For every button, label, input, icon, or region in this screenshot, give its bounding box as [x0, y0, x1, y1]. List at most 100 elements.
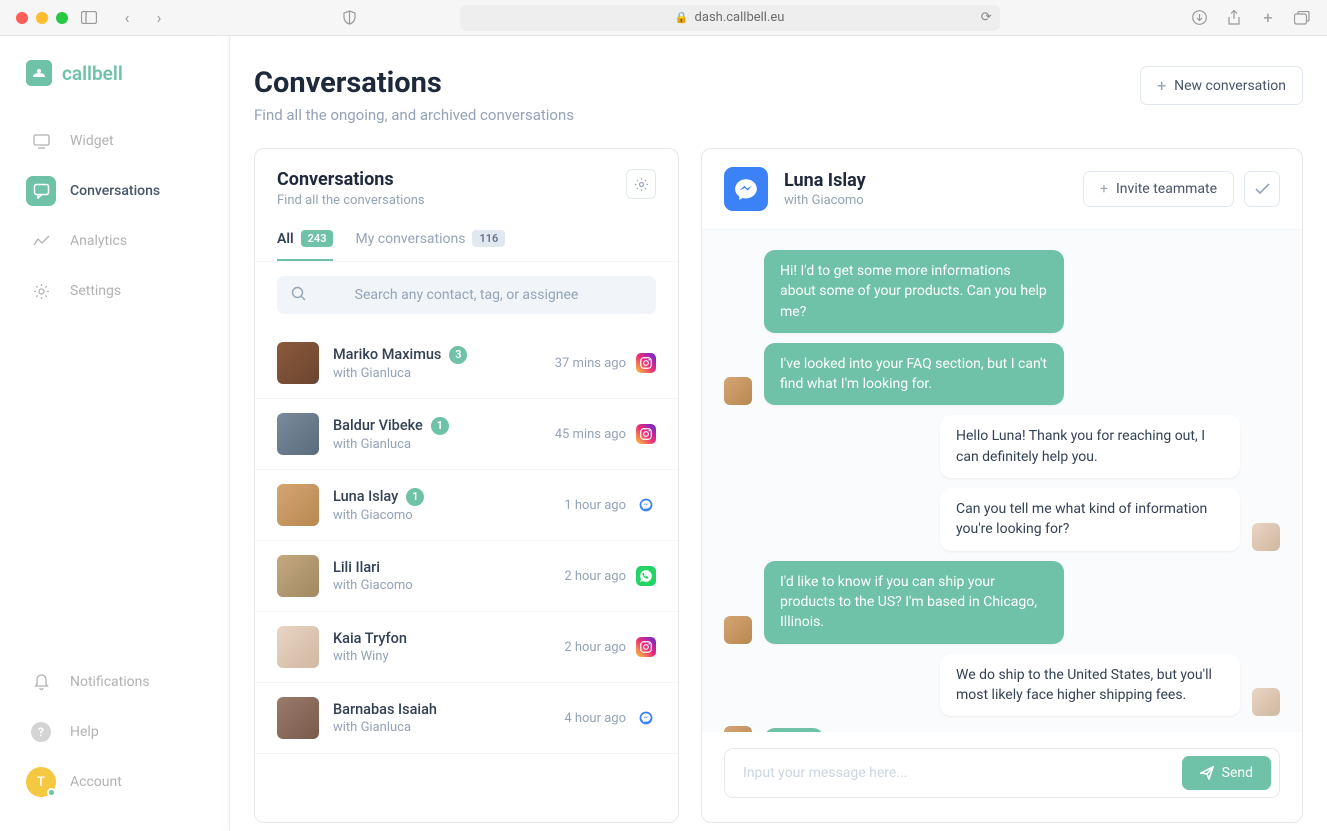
messenger-icon [636, 708, 656, 728]
messenger-icon [636, 495, 656, 515]
contact-name: Mariko Maximus [333, 346, 441, 363]
conversation-item[interactable]: Kaia Tryfon with Winy 2 hour ago [255, 612, 678, 683]
logo-icon [26, 60, 52, 86]
search-placeholder: Search any contact, tag, or assignee [355, 287, 579, 303]
message-composer: Send [724, 748, 1280, 798]
tabs-icon[interactable] [1293, 9, 1311, 27]
tab-all[interactable]: All 243 [277, 222, 333, 261]
conversation-item[interactable]: Lili Ilari with Giacomo 2 hour ago [255, 541, 678, 612]
message-row: I'd like to know if you can ship your pr… [724, 561, 1280, 644]
chat-assignee: with Giacomo [784, 193, 866, 208]
contact-avatar [277, 342, 319, 384]
nav-label: Widget [70, 133, 114, 149]
new-conversation-button[interactable]: + New conversation [1140, 66, 1303, 105]
close-window-icon[interactable] [16, 12, 28, 24]
unread-badge: 1 [431, 417, 449, 435]
timestamp: 37 mins ago [555, 356, 626, 371]
sidebar-item-conversations[interactable]: Conversations [0, 166, 229, 216]
bell-icon [26, 667, 56, 697]
sidebar-toggle-icon[interactable] [80, 9, 98, 27]
panel-settings-button[interactable] [626, 169, 656, 199]
sidebar-item-widget[interactable]: Widget [0, 116, 229, 166]
address-bar[interactable]: 🔒 dash.callbell.eu ⟳ [460, 5, 1000, 31]
send-icon [1200, 766, 1214, 780]
minimize-window-icon[interactable] [36, 12, 48, 24]
monitor-icon [26, 126, 56, 156]
back-icon[interactable]: ‹ [118, 9, 136, 27]
sidebar-item-analytics[interactable]: Analytics [0, 216, 229, 266]
message-row: We do ship to the United States, but you… [724, 654, 1280, 717]
tab-label: My conversations [355, 231, 465, 247]
lock-icon: 🔒 [675, 11, 689, 24]
contact-name: Luna Islay [333, 488, 398, 505]
message-row: Hi! I'd to get some more informations ab… [724, 250, 1280, 333]
send-button[interactable]: Send [1182, 756, 1271, 790]
unread-badge: 3 [449, 346, 467, 364]
plus-icon: + [1100, 181, 1108, 197]
chat-contact-name: Luna Islay [784, 170, 866, 191]
message-bubble: Hello Luna! Thank you for reaching out, … [940, 415, 1240, 478]
main-content: Conversations Find all the ongoing, and … [230, 36, 1327, 831]
chat-panel: Luna Islay with Giacomo + Invite teammat… [701, 148, 1303, 823]
tab-count-badge: 243 [301, 230, 334, 247]
page-title: Conversations [254, 66, 574, 100]
search-icon [291, 286, 306, 305]
logo-text: callbell [62, 62, 123, 85]
search-input[interactable]: Search any contact, tag, or assignee [277, 276, 656, 314]
contact-avatar [277, 626, 319, 668]
message-bubble: Hi! I'd to get some more informations ab… [764, 250, 1064, 333]
downloads-icon[interactable] [1191, 9, 1209, 27]
timestamp: 45 mins ago [555, 427, 626, 442]
button-label: New conversation [1174, 78, 1286, 94]
contact-avatar [277, 697, 319, 739]
resolve-button[interactable] [1244, 171, 1280, 207]
message-input[interactable] [743, 765, 1182, 781]
sidebar-item-settings[interactable]: Settings [0, 266, 229, 316]
sidebar-item-notifications[interactable]: Notifications [26, 657, 203, 707]
conversation-item[interactable]: Barnabas Isaiah with Gianluca 4 hour ago [255, 683, 678, 754]
share-icon[interactable] [1225, 9, 1243, 27]
contact-avatar [277, 555, 319, 597]
assignee-label: with Gianluca [333, 366, 541, 381]
contact-name: Kaia Tryfon [333, 630, 407, 647]
timestamp: 2 hour ago [564, 640, 626, 655]
sidebar-item-help[interactable]: ? Help [26, 707, 203, 757]
maximize-window-icon[interactable] [56, 12, 68, 24]
contact-avatar [277, 484, 319, 526]
conversation-item[interactable]: Mariko Maximus 3 with Gianluca 37 mins a… [255, 328, 678, 399]
message-avatar [1252, 523, 1280, 551]
conversations-list: Mariko Maximus 3 with Gianluca 37 mins a… [255, 328, 678, 822]
nav-label: Conversations [70, 183, 160, 199]
forward-icon[interactable]: › [150, 9, 168, 27]
contact-avatar [277, 413, 319, 455]
assignee-label: with Giacomo [333, 508, 550, 523]
page-subtitle: Find all the ongoing, and archived conve… [254, 106, 574, 124]
help-icon: ? [26, 717, 56, 747]
invite-teammate-button[interactable]: + Invite teammate [1083, 171, 1234, 207]
status-dot-icon [47, 788, 56, 797]
instagram-icon [636, 424, 656, 444]
unread-badge: 1 [406, 488, 424, 506]
sidebar: callbell Widget Conversations Analytics [0, 36, 230, 831]
conversation-item[interactable]: Luna Islay 1 with Giacomo 1 hour ago [255, 470, 678, 541]
tab-count-badge: 116 [472, 230, 505, 247]
analytics-icon [26, 226, 56, 256]
sidebar-item-account[interactable]: T Account [26, 757, 203, 807]
nav-label: Account [70, 774, 122, 790]
new-tab-icon[interactable]: + [1259, 9, 1277, 27]
timestamp: 2 hour ago [564, 569, 626, 584]
send-label: Send [1222, 765, 1253, 781]
tab-my-conversations[interactable]: My conversations 116 [355, 222, 505, 261]
nav-label: Analytics [70, 233, 127, 249]
message-avatar [724, 377, 752, 405]
instagram-icon [636, 353, 656, 373]
whatsapp-icon [636, 566, 656, 586]
conversation-item[interactable]: Baldur Vibeke 1 with Gianluca 45 mins ag… [255, 399, 678, 470]
chat-icon [26, 176, 56, 206]
message-row: Hello Luna! Thank you for reaching out, … [724, 415, 1280, 478]
messages-area: Hi! I'd to get some more informations ab… [702, 230, 1302, 732]
shield-icon[interactable] [340, 9, 358, 27]
assignee-label: with Gianluca [333, 720, 550, 735]
logo[interactable]: callbell [0, 60, 229, 116]
reload-icon[interactable]: ⟳ [981, 10, 992, 25]
